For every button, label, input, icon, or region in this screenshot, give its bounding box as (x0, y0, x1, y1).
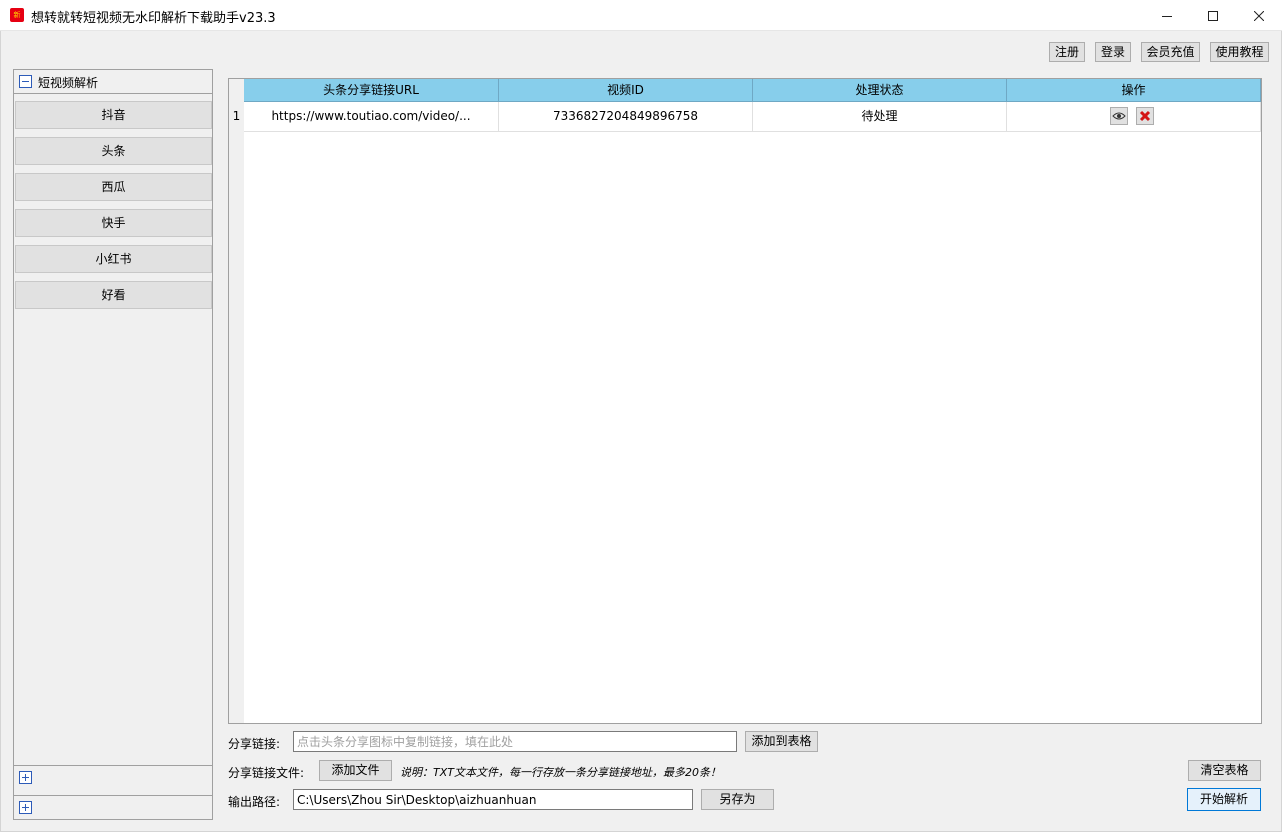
group-title: 短视频解析 (38, 76, 99, 90)
sidebar-item-kuaishou[interactable]: 快手 (15, 209, 212, 237)
add-file-button[interactable]: 添加文件 (319, 760, 392, 781)
close-button[interactable] (1236, 0, 1282, 31)
app-icon: 新 (10, 8, 24, 22)
delete-button[interactable] (1136, 107, 1154, 125)
minimize-icon (1162, 15, 1172, 17)
sidebar-item-douyin[interactable]: 抖音 (15, 101, 212, 129)
table-corner[interactable] (229, 79, 244, 102)
output-path-input[interactable] (293, 789, 693, 810)
recharge-button[interactable]: 会员充值 (1141, 42, 1200, 62)
column-header-url[interactable]: 头条分享链接URL (244, 79, 499, 102)
close-icon (1254, 10, 1264, 21)
expand-icon[interactable] (19, 771, 32, 784)
login-button[interactable]: 登录 (1095, 42, 1131, 62)
save-as-button[interactable]: 另存为 (701, 789, 774, 810)
maximize-button[interactable] (1190, 0, 1236, 31)
cell-status[interactable]: 待处理 (753, 102, 1007, 132)
title-bar: 新 想转就转短视频无水印解析下载助手v23.3 (0, 0, 1282, 31)
file-note: 说明：TXT文本文件，每一行存放一条分享链接地址，最多20条！ (400, 766, 721, 779)
cell-url[interactable]: https://www.toutiao.com/video/... (244, 102, 499, 132)
row-header-gutter (229, 79, 244, 723)
share-file-label: 分享链接文件: (228, 766, 305, 780)
sidebar-item-xiaohongshu[interactable]: 小红书 (15, 245, 212, 273)
cell-video-id[interactable]: 7336827204849896758 (499, 102, 753, 132)
register-button[interactable]: 注册 (1049, 42, 1085, 62)
maximize-icon (1208, 10, 1218, 21)
expand-icon[interactable] (19, 801, 32, 814)
delete-icon (1139, 110, 1151, 122)
sidebar-item-toutiao[interactable]: 头条 (15, 137, 212, 165)
output-path-label: 输出路径: (228, 795, 281, 809)
main-window: 注册 登录 会员充值 使用教程 短视频解析 抖音 头条 西瓜 快手 小红书 好看… (0, 31, 1282, 832)
start-parse-button[interactable]: 开始解析 (1187, 788, 1261, 811)
column-header-video-id[interactable]: 视频ID (499, 79, 753, 102)
group-header-3[interactable] (14, 795, 212, 819)
share-link-input[interactable] (293, 731, 737, 752)
left-panel: 短视频解析 抖音 头条 西瓜 快手 小红书 好看 (13, 69, 213, 820)
results-table: 头条分享链接URL 视频ID 处理状态 操作 1 https://www.tou… (228, 78, 1262, 724)
minimize-button[interactable] (1144, 0, 1190, 31)
window-title: 想转就转短视频无水印解析下载助手v23.3 (31, 11, 276, 26)
sidebar-item-haokan[interactable]: 好看 (15, 281, 212, 309)
group-header-short-video[interactable]: 短视频解析 (14, 70, 212, 94)
row-number: 1 (232, 109, 241, 123)
clear-table-button[interactable]: 清空表格 (1188, 760, 1261, 781)
view-button[interactable] (1110, 107, 1128, 125)
eye-icon (1112, 112, 1126, 120)
collapse-icon[interactable] (19, 75, 32, 88)
add-to-table-button[interactable]: 添加到表格 (745, 731, 818, 752)
column-header-actions[interactable]: 操作 (1007, 79, 1261, 102)
share-link-label: 分享链接: (228, 737, 281, 751)
cell-actions (1007, 102, 1261, 132)
tutorial-button[interactable]: 使用教程 (1210, 42, 1269, 62)
column-header-status[interactable]: 处理状态 (753, 79, 1007, 102)
group-header-2[interactable] (14, 765, 212, 789)
sidebar-item-xigua[interactable]: 西瓜 (15, 173, 212, 201)
